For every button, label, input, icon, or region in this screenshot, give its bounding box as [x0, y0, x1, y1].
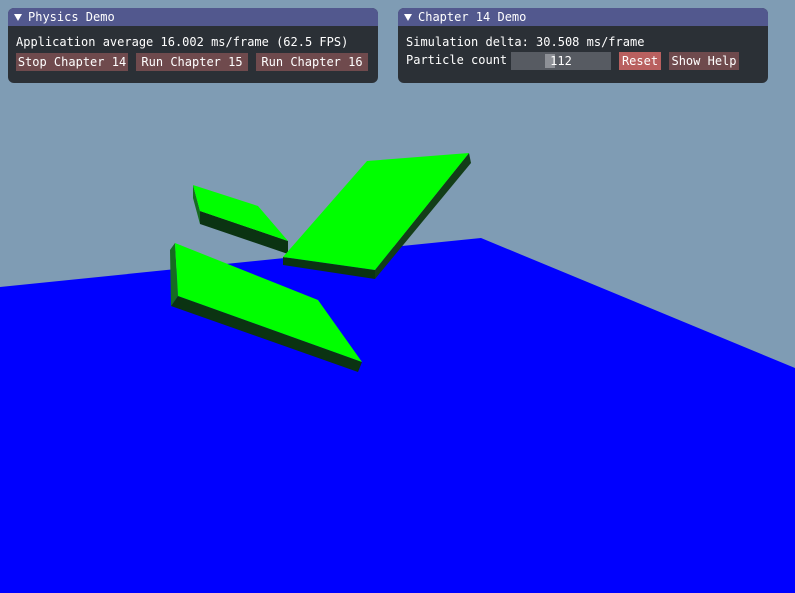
physics-demo-titlebar[interactable]: Physics Demo	[8, 8, 378, 26]
simulation-delta-readout: Simulation delta: 30.508 ms/frame	[406, 35, 645, 49]
show-help-button[interactable]: Show Help	[669, 52, 739, 70]
physics-demo-title: Physics Demo	[28, 10, 115, 24]
particle-count-label: Particle count	[406, 53, 508, 67]
ground-plane	[0, 238, 795, 593]
particle-count-value: 112	[550, 54, 572, 68]
particle-count-slider[interactable]: 112	[511, 52, 611, 70]
chapter-14-title: Chapter 14 Demo	[418, 10, 527, 24]
chapter-14-demo-window: Chapter 14 Demo Simulation delta: 30.508…	[398, 8, 768, 83]
stop-chapter-14-button[interactable]: Stop Chapter 14	[16, 53, 128, 71]
fps-readout: Application average 16.002 ms/frame (62.…	[16, 35, 349, 49]
run-chapter-16-button[interactable]: Run Chapter 16	[256, 53, 368, 71]
scene-render	[0, 153, 795, 593]
chapter-14-titlebar[interactable]: Chapter 14 Demo	[398, 8, 768, 26]
physics-demo-window: Physics Demo Application average 16.002 …	[8, 8, 378, 83]
collapse-arrow-icon[interactable]	[404, 13, 412, 21]
3d-viewport[interactable]: Physics Demo Application average 16.002 …	[0, 0, 795, 593]
run-chapter-15-button[interactable]: Run Chapter 15	[136, 53, 248, 71]
collapse-arrow-icon[interactable]	[14, 13, 22, 21]
reset-button[interactable]: Reset	[619, 52, 661, 70]
green-plate-small	[193, 185, 288, 254]
